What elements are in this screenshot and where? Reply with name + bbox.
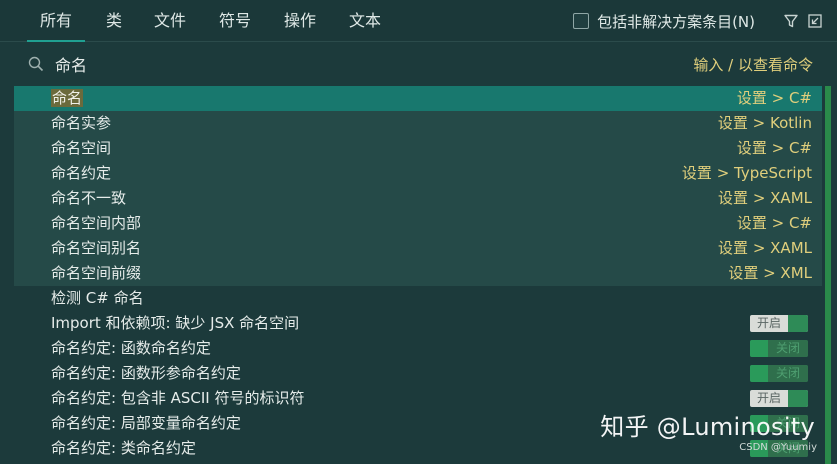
watermark: 知乎 @Luminosity: [600, 413, 815, 441]
open-in-window-icon[interactable]: [807, 13, 823, 29]
tab-symbols[interactable]: 符号: [219, 10, 251, 32]
search-icon: [28, 56, 44, 72]
toggle-label: 关闭: [768, 365, 808, 382]
result-name: 命名不一致: [51, 189, 127, 207]
toggle-label: 开启: [756, 316, 781, 330]
result-name: 命名约定: [51, 164, 112, 182]
tab-actions[interactable]: 操作: [284, 10, 316, 32]
result-row[interactable]: Import 和依赖项: 缺少 JSX 命名空间 开启: [14, 311, 822, 336]
scrollbar[interactable]: [825, 86, 831, 464]
filter-icon[interactable]: [783, 13, 799, 29]
result-row[interactable]: 命名约定 设置 > TypeScript: [14, 161, 822, 186]
result-path: 设置 > Kotlin: [717, 114, 812, 132]
toggle-knob: [750, 340, 768, 357]
result-row[interactable]: 命名实参 设置 > Kotlin: [14, 111, 822, 136]
result-row[interactable]: 命名空间别名 设置 > XAML: [14, 236, 822, 261]
include-unresolved-label[interactable]: 包括非解决方案条目(N): [597, 11, 755, 32]
tab-classes[interactable]: 类: [106, 10, 122, 32]
result-name: 命名约定: 包含非 ASCII 符号的标识符: [51, 389, 305, 407]
result-name: 命名约定: 函数形参命名约定: [51, 364, 241, 382]
inspection-toggle[interactable]: 关闭: [750, 340, 808, 357]
tab-all[interactable]: 所有: [26, 10, 86, 42]
search-hint: 输入 / 以查看命令: [693, 56, 813, 74]
search-bar: 输入 / 以查看命令: [0, 42, 837, 86]
result-name: 命名空间: [51, 139, 112, 157]
inspection-toggle[interactable]: 开启: [750, 390, 808, 407]
result-name: 命名空间内部: [51, 214, 142, 232]
toggle-label: 关闭: [768, 340, 808, 357]
popup-controls: 包括非解决方案条目(N): [573, 10, 823, 32]
result-name: 命名约定: 函数命名约定: [51, 339, 211, 357]
result-row[interactable]: 命名不一致 设置 > XAML: [14, 186, 822, 211]
toggle-label: 开启: [756, 391, 781, 405]
result-path: 设置 > TypeScript: [681, 164, 812, 182]
result-name: 命名: [51, 86, 84, 111]
result-row[interactable]: 命名空间前缀 设置 > XML: [14, 261, 822, 286]
result-name: 检测 C# 命名: [51, 289, 144, 307]
toggle-knob: [788, 315, 808, 332]
result-row[interactable]: 命名约定: 函数形参命名约定 关闭: [14, 361, 822, 386]
tab-text[interactable]: 文本: [349, 10, 381, 32]
result-name: 命名空间别名: [51, 239, 142, 257]
tab-bar: 所有 类 文件 符号 操作 文本 包括非解决方案条目(N): [0, 0, 837, 42]
search-input[interactable]: [55, 53, 615, 75]
toggle-knob: [750, 365, 768, 382]
result-row[interactable]: 命名 设置 > C#: [14, 86, 822, 111]
inspection-toggle[interactable]: 开启: [750, 315, 808, 332]
result-name: 命名空间前缀: [51, 264, 142, 282]
inspection-toggle[interactable]: 关闭: [750, 365, 808, 382]
result-row[interactable]: 命名约定: 函数命名约定 关闭: [14, 336, 822, 361]
result-path: 设置 > XML: [728, 264, 812, 282]
result-path: 设置 > C#: [736, 214, 812, 232]
result-name: 命名实参: [51, 114, 112, 132]
search-everywhere-popup: 所有 类 文件 符号 操作 文本 包括非解决方案条目(N) 命名 输入 / 以查…: [0, 0, 837, 464]
result-row[interactable]: 检测 C# 命名: [14, 286, 822, 311]
tab-files[interactable]: 文件: [154, 10, 186, 32]
result-path: 设置 > C#: [736, 89, 812, 107]
result-path: 设置 > XAML: [718, 189, 812, 207]
match-highlight: 命名: [51, 89, 84, 107]
result-name: 命名约定: 局部变量命名约定: [51, 414, 241, 432]
result-row[interactable]: 命名空间 设置 > C#: [14, 136, 822, 161]
result-name: Import 和依赖项: 缺少 JSX 命名空间: [51, 314, 300, 332]
toggle-knob: [788, 390, 808, 407]
include-unresolved-checkbox[interactable]: [573, 13, 590, 29]
result-path: 设置 > XAML: [718, 239, 812, 257]
result-row[interactable]: 命名空间内部 设置 > C#: [14, 211, 822, 236]
watermark-small: CSDN @Yuumiy: [739, 442, 817, 453]
result-name: 命名约定: 类命名约定: [51, 439, 196, 457]
result-path: 设置 > C#: [736, 139, 812, 157]
